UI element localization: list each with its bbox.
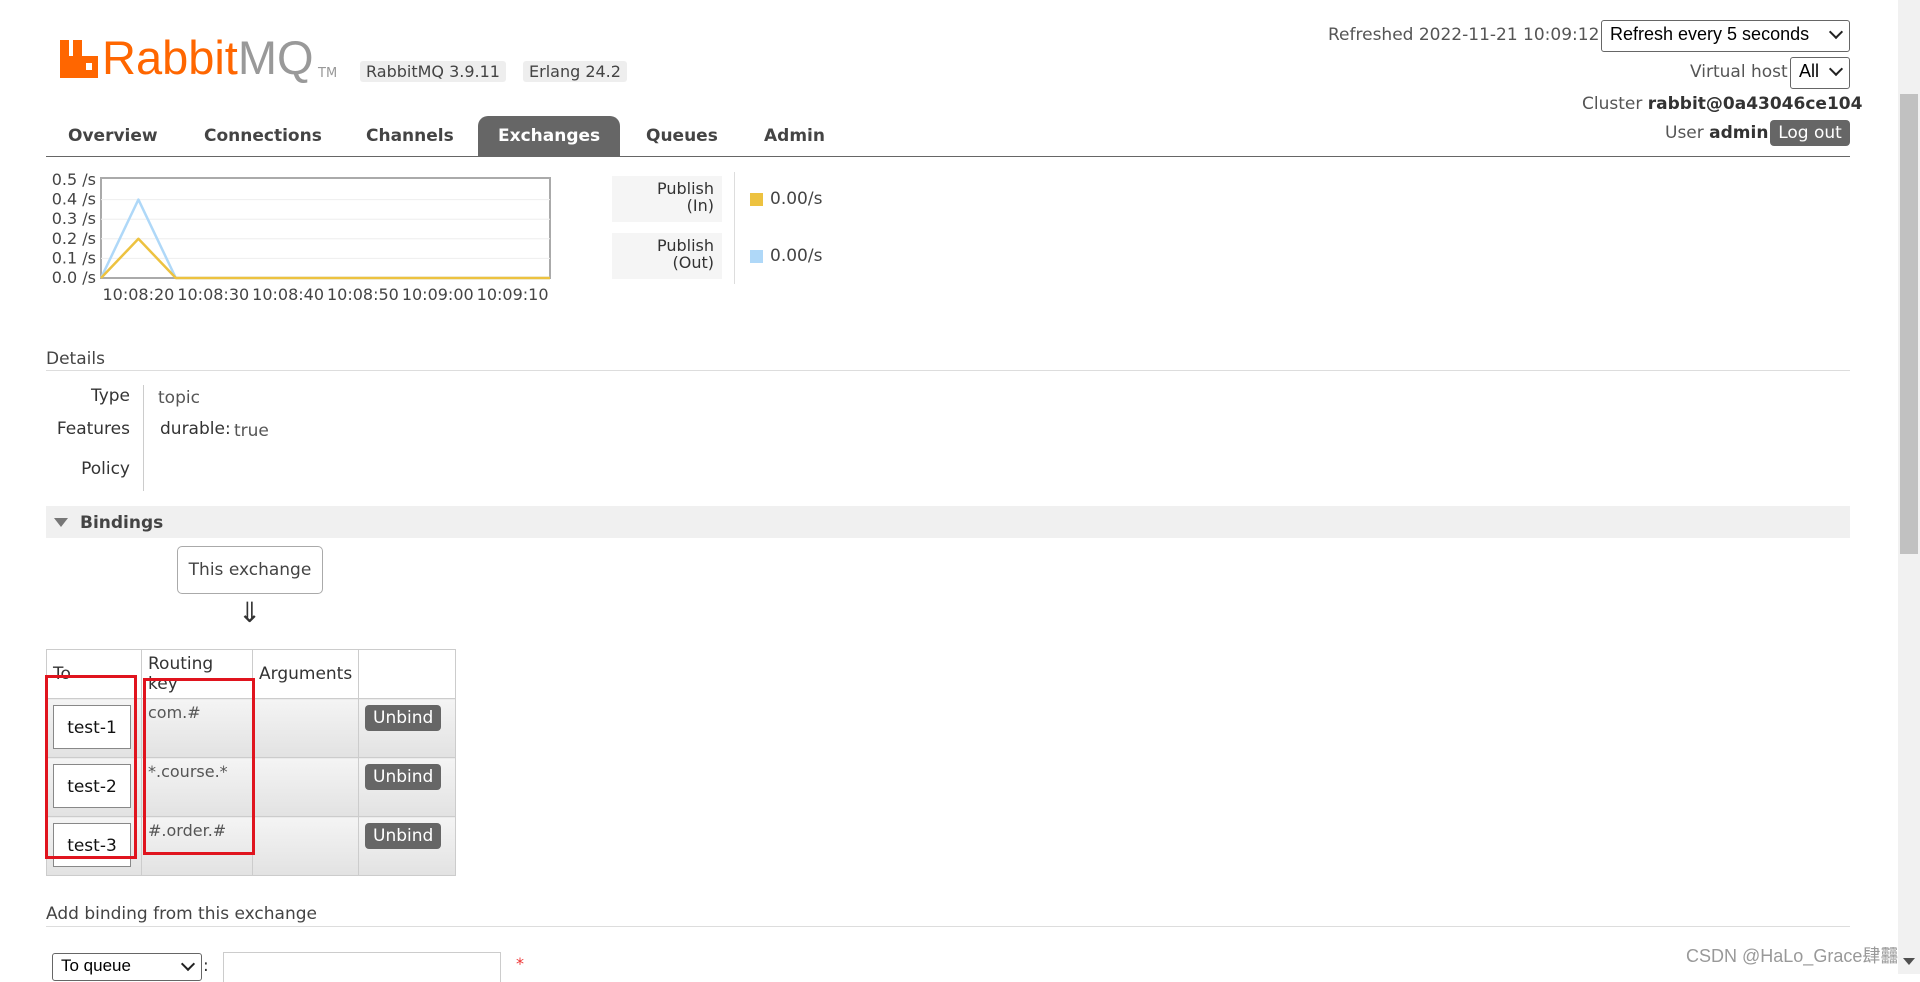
logo-trademark: TM bbox=[318, 66, 338, 81]
tab-admin[interactable]: Admin bbox=[744, 116, 845, 156]
chevron-down-icon bbox=[1828, 61, 1844, 77]
destination-type-select[interactable]: To queue bbox=[52, 953, 202, 981]
type-value: topic bbox=[158, 388, 200, 408]
y-tick-label: 0.5 /s bbox=[52, 170, 96, 189]
tab-queues[interactable]: Queues bbox=[626, 116, 738, 156]
tab-connections[interactable]: Connections bbox=[184, 116, 342, 156]
actions-cell: Unbind bbox=[358, 757, 457, 817]
arguments-cell bbox=[251, 698, 360, 758]
y-tick-label: 0.1 /s bbox=[52, 248, 96, 267]
bindings-section-header[interactable] bbox=[46, 506, 1850, 538]
chevron-down-icon bbox=[1828, 24, 1844, 40]
add-binding-rule bbox=[46, 926, 1850, 927]
user-info: User admin bbox=[1665, 123, 1768, 143]
tab-exchanges[interactable]: Exchanges bbox=[478, 116, 621, 156]
rabbitmq-logo-icon bbox=[60, 40, 98, 78]
user-label: User bbox=[1665, 123, 1704, 143]
scrollbar-thumb[interactable] bbox=[1900, 94, 1918, 554]
publish-in-legend: Publish (In) bbox=[612, 176, 722, 222]
column-actions bbox=[358, 649, 457, 699]
unbind-button[interactable]: Unbind bbox=[365, 823, 442, 849]
virtual-host-value: All bbox=[1799, 61, 1820, 81]
virtual-host-select[interactable]: All bbox=[1790, 57, 1850, 89]
publish-out-label: Publish bbox=[656, 236, 714, 255]
rabbitmq-version-badge: RabbitMQ 3.9.11 bbox=[360, 61, 506, 82]
legend-divider bbox=[734, 172, 735, 284]
refreshed-timestamp: Refreshed 2022-11-21 10:09:12 bbox=[1328, 25, 1600, 45]
tab-channels[interactable]: Channels bbox=[346, 116, 474, 156]
durable-key: durable: bbox=[160, 419, 231, 439]
colon-separator: : bbox=[203, 956, 209, 976]
publish-out-sublabel: (Out) bbox=[672, 253, 715, 272]
type-label: Type bbox=[90, 386, 130, 406]
collapse-triangle-icon[interactable] bbox=[54, 518, 68, 527]
unbind-button[interactable]: Unbind bbox=[365, 705, 442, 731]
y-tick-label: 0.4 /s bbox=[52, 190, 96, 209]
x-tick-label: 10:08:30 bbox=[177, 285, 249, 304]
publish-in-label: Publish bbox=[656, 179, 714, 198]
bindings-title: Bindings bbox=[80, 513, 164, 533]
cluster-value: rabbit@0a43046ce104 bbox=[1647, 94, 1863, 114]
arguments-cell bbox=[251, 816, 360, 876]
message-rates-chart: 0.5 /s0.4 /s0.3 /s0.2 /s0.1 /s0.0 /s 10:0… bbox=[52, 170, 551, 304]
log-out-button[interactable]: Log out bbox=[1770, 120, 1850, 146]
annotation-highlight-routing-keys bbox=[143, 678, 255, 855]
destination-type-value: To queue bbox=[61, 956, 131, 975]
scroll-down-arrow-icon[interactable] bbox=[1903, 958, 1915, 965]
policy-label: Policy bbox=[81, 459, 130, 479]
details-rule bbox=[46, 370, 1850, 371]
publish-out-legend: Publish (Out) bbox=[612, 233, 722, 279]
column-arguments: Arguments bbox=[251, 649, 360, 699]
durable-value: true bbox=[234, 421, 269, 441]
refresh-interval-value: Refresh every 5 seconds bbox=[1610, 24, 1810, 44]
tab-overview[interactable]: Overview bbox=[48, 116, 178, 156]
destination-name-input[interactable] bbox=[223, 952, 501, 982]
arguments-cell bbox=[251, 757, 360, 817]
refresh-interval-select[interactable]: Refresh every 5 seconds bbox=[1601, 20, 1850, 52]
y-tick-label: 0.0 /s bbox=[52, 268, 96, 287]
x-tick-label: 10:08:50 bbox=[327, 285, 399, 304]
unbind-button[interactable]: Unbind bbox=[365, 764, 442, 790]
annotation-highlight-destinations bbox=[45, 675, 137, 859]
publish-in-rate: 0.00/s bbox=[770, 189, 823, 209]
add-binding-title: Add binding from this exchange bbox=[46, 904, 317, 924]
publish-out-swatch bbox=[750, 250, 763, 263]
virtual-host-label: Virtual host bbox=[1690, 62, 1788, 82]
erlang-version-badge: Erlang 24.2 bbox=[523, 61, 627, 82]
this-exchange-box: This exchange bbox=[177, 546, 323, 594]
x-tick-label: 10:08:20 bbox=[102, 285, 174, 304]
x-tick-label: 10:09:00 bbox=[402, 285, 474, 304]
down-arrow-icon: ⇓ bbox=[238, 596, 262, 629]
x-tick-label: 10:09:10 bbox=[477, 285, 549, 304]
publish-out-rate: 0.00/s bbox=[770, 246, 823, 266]
details-divider bbox=[143, 385, 144, 491]
y-tick-label: 0.2 /s bbox=[52, 229, 96, 248]
watermark-text: CSDN @HaLo_Grace肆䨻 bbox=[1686, 946, 1899, 966]
features-label: Features bbox=[56, 419, 130, 439]
y-tick-label: 0.3 /s bbox=[52, 209, 96, 228]
publish-in-sublabel: (In) bbox=[686, 196, 714, 215]
tab-divider bbox=[46, 156, 1850, 157]
actions-cell: Unbind bbox=[358, 698, 457, 758]
cluster-label: Cluster bbox=[1582, 94, 1643, 114]
required-marker: * bbox=[516, 954, 524, 973]
x-tick-label: 10:08:40 bbox=[252, 285, 324, 304]
user-value: admin bbox=[1709, 123, 1769, 143]
actions-cell: Unbind bbox=[358, 816, 457, 876]
details-title: Details bbox=[46, 349, 105, 369]
chevron-down-icon bbox=[180, 956, 196, 972]
publish-in-swatch bbox=[750, 193, 763, 206]
cluster-info: Cluster rabbit@0a43046ce104 bbox=[1582, 94, 1862, 114]
logo-text: RabbitMQ bbox=[102, 31, 314, 84]
